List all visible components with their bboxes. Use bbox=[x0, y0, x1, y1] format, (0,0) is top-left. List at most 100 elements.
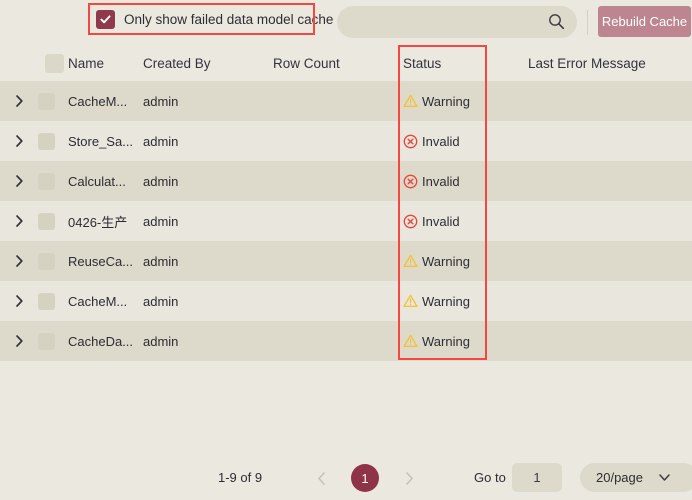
cell-status: Invalid bbox=[403, 214, 528, 229]
search-box[interactable] bbox=[337, 6, 577, 38]
page-size-value: 20/page bbox=[596, 470, 643, 485]
column-header-status[interactable]: Status bbox=[403, 56, 528, 71]
check-icon bbox=[100, 15, 111, 24]
cell-name: CacheM... bbox=[68, 293, 128, 309]
invalid-icon bbox=[403, 134, 418, 148]
filter-failed-checkbox-label: Only show failed data model cache bbox=[124, 11, 334, 27]
header-select-all-checkbox[interactable] bbox=[38, 53, 68, 73]
status-label: Warning bbox=[422, 93, 470, 109]
page-size-select[interactable]: 20/page bbox=[580, 463, 692, 492]
cell-status: Warning bbox=[403, 294, 528, 309]
table-row[interactable]: 0426-生产 admin Invalid bbox=[0, 201, 692, 241]
column-header-name[interactable]: Name bbox=[68, 56, 143, 71]
cell-created-by: admin bbox=[143, 133, 179, 149]
cell-status: Invalid bbox=[403, 174, 528, 189]
chevron-right-icon bbox=[15, 335, 23, 347]
pagination-goto-input[interactable] bbox=[512, 463, 562, 492]
invalid-icon bbox=[403, 174, 418, 188]
cell-name: CacheM... bbox=[68, 93, 128, 109]
cell-status: Warning bbox=[403, 334, 528, 349]
cell-name: Calculat... bbox=[68, 173, 126, 189]
cache-table: Name Created By Row Count Status Last Er… bbox=[0, 45, 692, 361]
cell-name: CacheDa... bbox=[68, 333, 134, 349]
row-select-box[interactable] bbox=[38, 172, 55, 190]
table-row[interactable]: Store_Sa... admin Invalid bbox=[0, 121, 692, 161]
table-row[interactable]: CacheM... admin Warning bbox=[0, 281, 692, 321]
invalid-icon bbox=[403, 214, 418, 228]
column-header-last-error[interactable]: Last Error Message bbox=[528, 56, 692, 71]
cell-created-by: admin bbox=[143, 93, 179, 109]
toolbar-divider bbox=[587, 10, 588, 35]
search-input[interactable] bbox=[351, 8, 543, 36]
row-select-checkbox[interactable] bbox=[38, 252, 68, 270]
table-row[interactable]: Calculat... admin Invalid bbox=[0, 161, 692, 201]
checkbox-box[interactable] bbox=[96, 10, 115, 29]
cell-status: Warning bbox=[403, 254, 528, 269]
table-row[interactable]: CacheM... admin Warning bbox=[0, 81, 692, 121]
chevron-left-icon bbox=[317, 471, 325, 485]
chevron-right-icon bbox=[15, 255, 23, 267]
data-model-cache-page: Only show failed data model cache Rebuil… bbox=[0, 0, 692, 500]
pagination-page-1-button[interactable]: 1 bbox=[351, 464, 379, 492]
row-select-box[interactable] bbox=[38, 252, 55, 270]
row-select-checkbox[interactable] bbox=[38, 292, 68, 310]
pagination-prev-button[interactable] bbox=[311, 468, 331, 488]
cell-created-by: admin bbox=[143, 213, 179, 229]
cell-created-by: admin bbox=[143, 173, 179, 189]
row-select-checkbox[interactable] bbox=[38, 132, 68, 150]
row-select-checkbox[interactable] bbox=[38, 332, 68, 350]
select-all-box[interactable] bbox=[45, 53, 64, 73]
cell-status: Invalid bbox=[403, 134, 528, 149]
row-select-box[interactable] bbox=[38, 292, 55, 310]
row-select-box[interactable] bbox=[38, 92, 55, 110]
rebuild-cache-button[interactable]: Rebuild Cache bbox=[598, 6, 691, 37]
chevron-right-icon bbox=[15, 95, 23, 107]
table-row[interactable]: ReuseCa... admin Warning bbox=[0, 241, 692, 281]
status-label: Invalid bbox=[422, 213, 460, 229]
row-select-checkbox[interactable] bbox=[38, 92, 68, 110]
row-select-box[interactable] bbox=[38, 332, 55, 350]
filter-failed-checkbox[interactable]: Only show failed data model cache bbox=[96, 10, 333, 29]
row-select-box[interactable] bbox=[38, 212, 55, 230]
row-expander[interactable] bbox=[0, 134, 38, 148]
row-select-checkbox[interactable] bbox=[38, 172, 68, 190]
chevron-right-icon bbox=[405, 471, 413, 485]
row-select-box[interactable] bbox=[38, 132, 55, 150]
warning-icon bbox=[403, 334, 418, 348]
pagination-goto-label: Go to bbox=[474, 470, 506, 485]
column-header-row-count[interactable]: Row Count bbox=[273, 56, 403, 71]
cell-created-by: admin bbox=[143, 293, 179, 309]
row-expander[interactable] bbox=[0, 294, 38, 308]
row-expander[interactable] bbox=[0, 254, 38, 268]
row-select-checkbox[interactable] bbox=[38, 212, 68, 230]
pagination-total-text: 1-9 of 9 bbox=[218, 470, 263, 485]
chevron-right-icon bbox=[15, 295, 23, 307]
column-header-created-by[interactable]: Created By bbox=[143, 56, 273, 71]
cell-created-by: admin bbox=[143, 333, 179, 349]
cell-name: Store_Sa... bbox=[68, 133, 134, 149]
row-expander[interactable] bbox=[0, 174, 38, 188]
status-label: Invalid bbox=[422, 173, 460, 189]
row-expander[interactable] bbox=[0, 334, 38, 348]
status-label: Invalid bbox=[422, 133, 460, 149]
cell-name: ReuseCa... bbox=[68, 253, 134, 269]
row-expander[interactable] bbox=[0, 214, 38, 228]
warning-icon bbox=[403, 94, 418, 108]
cell-name: 0426-生产 bbox=[68, 214, 128, 230]
chevron-right-icon bbox=[15, 215, 23, 227]
status-label: Warning bbox=[422, 333, 470, 349]
toolbar: Only show failed data model cache Rebuil… bbox=[0, 0, 692, 45]
row-expander[interactable] bbox=[0, 94, 38, 108]
table-body: CacheM... admin Warning Store_Sa... admin Inv… bbox=[0, 81, 692, 361]
chevron-right-icon bbox=[15, 175, 23, 187]
chevron-right-icon bbox=[15, 135, 23, 147]
table-row[interactable]: CacheDa... admin Warning bbox=[0, 321, 692, 361]
warning-icon bbox=[403, 254, 418, 268]
warning-icon bbox=[403, 294, 418, 308]
chevron-down-icon bbox=[659, 474, 670, 481]
status-label: Warning bbox=[422, 253, 470, 269]
cell-created-by: admin bbox=[143, 253, 179, 269]
search-icon[interactable] bbox=[548, 13, 565, 30]
pagination-next-button[interactable] bbox=[399, 468, 419, 488]
pagination-bar: 1-9 of 9 1 Go to 20/page bbox=[0, 456, 692, 500]
